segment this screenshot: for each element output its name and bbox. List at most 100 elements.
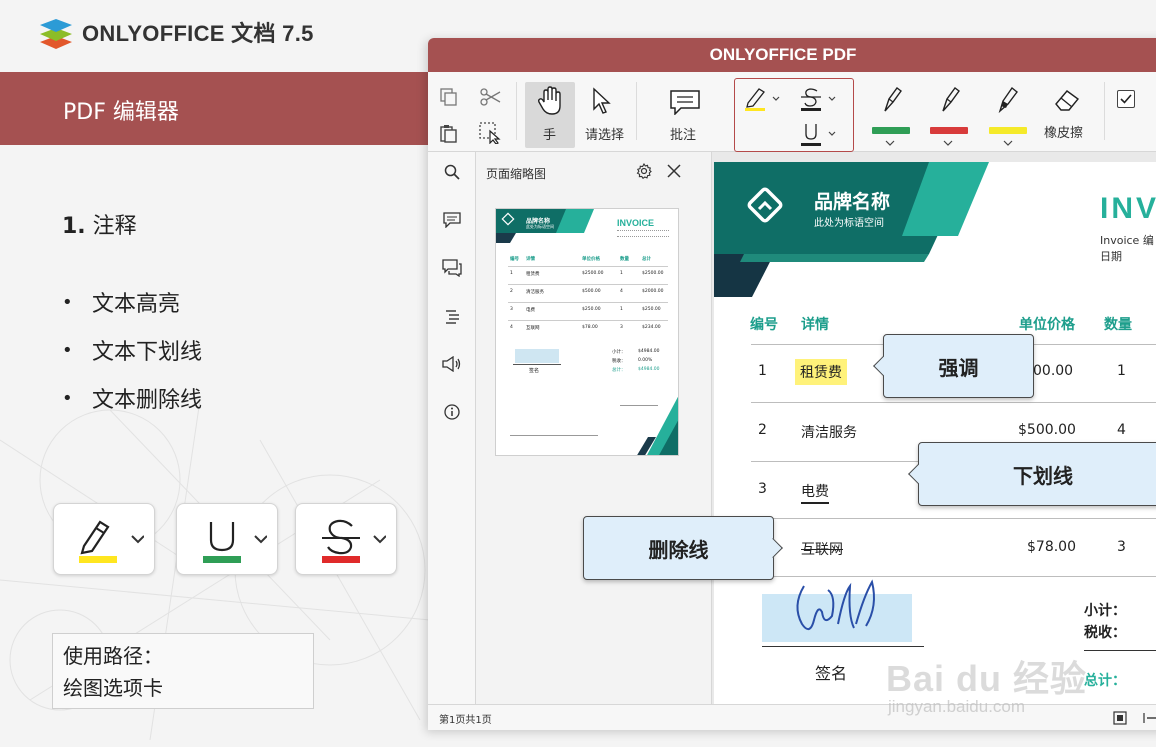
highlight-tool-card <box>53 503 155 575</box>
thumb-cell: 1 <box>620 271 623 276</box>
thumb-cell: $2000.00 <box>642 289 664 294</box>
page-thumbnail[interactable]: 品牌名称 此处为标语空间 INVOICE 编号 详情 单位价格 数量 总计 1 租赁费 $25… <box>495 208 679 456</box>
paste-icon <box>440 125 457 143</box>
thumb-row-divider <box>508 320 668 321</box>
highlighter-pen-icon <box>79 520 144 563</box>
pen-color-red <box>930 127 968 134</box>
eraser-button[interactable] <box>1050 86 1084 114</box>
highlight-button[interactable] <box>743 87 783 111</box>
status-bar: 第1页共1页 <box>428 704 1156 730</box>
thumb-sum-value: 0.00% <box>638 358 653 363</box>
strikethrough-icon <box>322 519 386 563</box>
close-icon <box>667 164 681 178</box>
callout-emphasis-text: 强调 <box>938 355 979 380</box>
callout-emphasis: 强调 <box>873 334 1034 398</box>
thumb-cell: $500.00 <box>582 289 601 294</box>
invoice-header-graphic <box>714 162 989 297</box>
invoice-page: 品牌名称 此处为标语空间 INV Invoice 编 日期 编号 详情 单位价格… <box>714 162 1156 704</box>
pen-green-button[interactable] <box>872 84 912 116</box>
col-header-detail: 详情 <box>801 317 829 333</box>
thumbnail-settings-button[interactable] <box>636 163 652 179</box>
strikethrough-small-icon <box>801 88 836 111</box>
fit-page-button[interactable] <box>1112 710 1128 726</box>
callout-underline-text: 下划线 <box>1013 463 1073 488</box>
thumb-sum-label: 小计： <box>612 350 626 355</box>
thumb-cell: 1 <box>510 271 513 276</box>
invoice-title: INV <box>1100 192 1156 225</box>
thumb-sum-label: 税收： <box>612 359 626 364</box>
select-label: 请选择 <box>585 128 625 143</box>
callout-strikethrough: 删除线 <box>583 516 783 580</box>
row-4-detail-strikethrough[interactable]: 互联网 <box>801 539 843 559</box>
chevron-down-icon[interactable] <box>1003 140 1013 146</box>
select-tool-button[interactable] <box>590 86 612 116</box>
select-all-button[interactable] <box>478 122 502 144</box>
row-2-detail: 清洁服务 <box>801 425 857 441</box>
onlyoffice-pdf-window: ONLYOFFICE PDF 手 请选择 批注 橡皮擦 页面缩略图 品牌名称 此… <box>428 38 1156 730</box>
row-1-number: 1 <box>758 363 767 379</box>
highlighter-pen-icon <box>998 86 1018 114</box>
announce-button[interactable] <box>442 354 462 374</box>
row-3-detail-underlined[interactable]: 电费 <box>801 481 829 504</box>
row-4-qty: 3 <box>1117 539 1126 555</box>
thumb-cell: $250.00 <box>582 307 601 312</box>
copy-icon <box>440 88 457 106</box>
megaphone-icon <box>442 356 461 372</box>
zoom-out-button[interactable] <box>1142 710 1156 726</box>
thumb-cell: $2500.00 <box>582 271 604 276</box>
comment-button[interactable] <box>668 88 702 116</box>
copy-button[interactable] <box>438 86 460 108</box>
minus-icon <box>1143 713 1156 723</box>
cut-button[interactable] <box>478 86 502 108</box>
chat-button[interactable] <box>442 258 462 278</box>
underline-icon <box>203 522 267 563</box>
comment-icon <box>443 212 461 228</box>
about-button[interactable] <box>442 402 462 422</box>
chevron-down-icon[interactable] <box>943 140 953 146</box>
thumb-row-divider <box>508 284 668 285</box>
invoice-brand-name: 品牌名称 <box>814 191 891 213</box>
fit-page-icon <box>1113 711 1127 725</box>
display-checkbox[interactable] <box>1117 90 1135 108</box>
thumb-cell: 4 <box>510 325 513 330</box>
paste-button[interactable] <box>438 122 460 144</box>
thumb-cell: $78.00 <box>582 325 598 330</box>
thumb-sign-label: 签名 <box>529 368 540 374</box>
thumbnail-header-graphic <box>496 209 594 243</box>
thumb-col-header: 总计 <box>642 257 651 262</box>
thumb-col-header: 单位价格 <box>582 257 600 262</box>
document-viewport: 品牌名称 此处为标语空间 INV Invoice 编 日期 编号 详情 单位价格… <box>712 152 1156 704</box>
row-1-price: 00.00 <box>1033 363 1074 379</box>
comment-icon <box>670 90 700 115</box>
row-1-qty: 1 <box>1117 363 1126 379</box>
thumb-cell: $2500.00 <box>642 271 664 276</box>
headings-button[interactable] <box>442 306 462 326</box>
row-2-number: 2 <box>758 422 767 438</box>
pen-red-button[interactable] <box>930 84 970 116</box>
subtotal-label: 小计： <box>1084 603 1126 619</box>
signature-label: 签名 <box>815 664 848 683</box>
highlighter-yellow-button[interactable] <box>988 84 1028 116</box>
col-header-number: 编号 <box>750 317 778 333</box>
total-label: 总计： <box>1084 673 1126 689</box>
window-title: ONLYOFFICE PDF <box>428 38 1156 72</box>
close-thumbnails-button[interactable] <box>666 163 682 179</box>
row-2-price: $500.00 <box>1018 422 1076 438</box>
onlyoffice-logo-icon <box>40 19 72 49</box>
hand-tool-button[interactable] <box>536 86 564 116</box>
checkmark-icon <box>1120 94 1132 104</box>
thumb-cell: 4 <box>620 289 623 294</box>
col-header-qty: 数量 <box>1104 317 1132 333</box>
watermark-url: jingyan.baidu.com <box>888 697 1026 716</box>
underline-button[interactable] <box>799 121 839 147</box>
cursor-arrow-icon <box>593 87 611 114</box>
strikethrough-button[interactable] <box>799 87 839 111</box>
gear-icon <box>636 163 652 179</box>
section-banner: PDF 编辑器 <box>0 72 440 145</box>
chevron-down-icon[interactable] <box>885 140 895 146</box>
comments-button[interactable] <box>442 210 462 230</box>
section-heading: 1. 注释 <box>62 208 137 240</box>
search-button[interactable] <box>442 162 462 182</box>
pen-icon <box>884 87 902 112</box>
row-1-detail-highlighted[interactable]: 租赁费 <box>795 359 847 385</box>
